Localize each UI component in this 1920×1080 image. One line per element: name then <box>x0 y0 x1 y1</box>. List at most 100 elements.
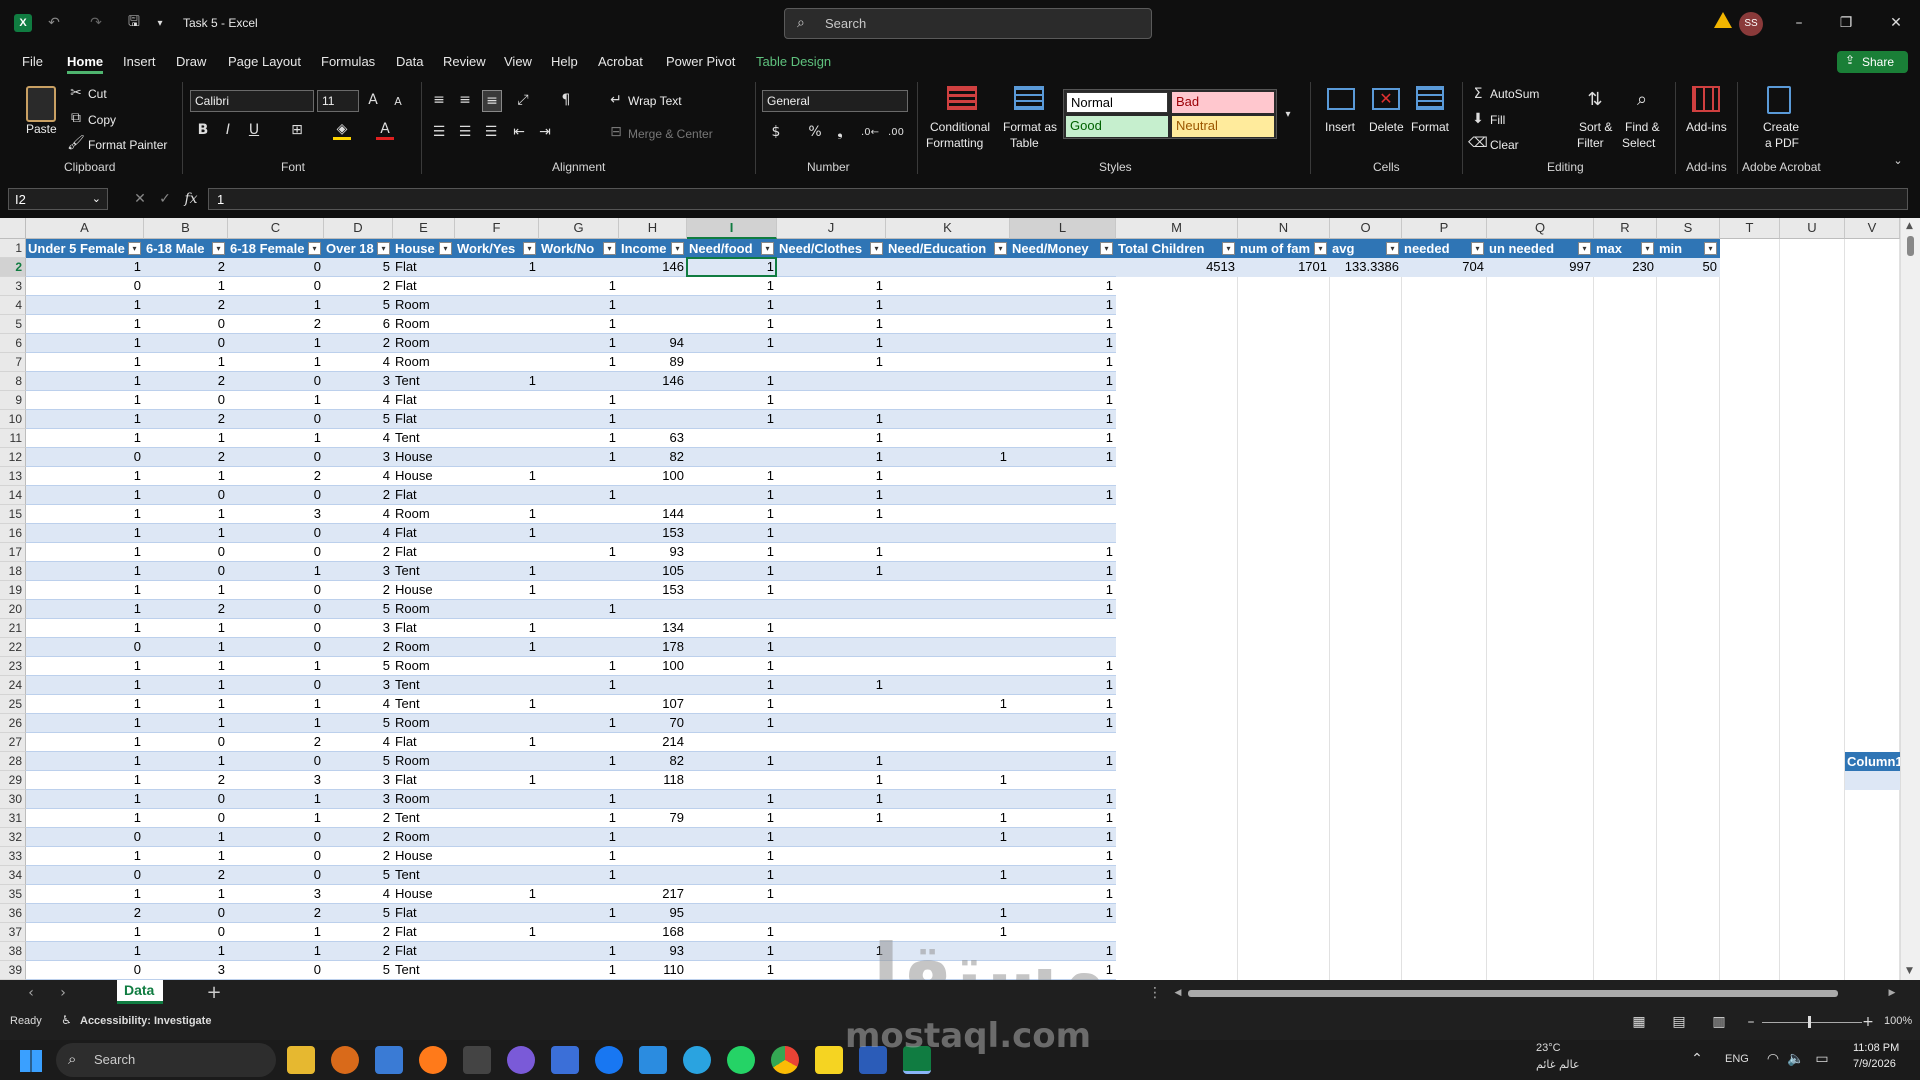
table-cell[interactable]: 0 <box>228 752 321 771</box>
table-cell[interactable]: 1 <box>455 695 536 714</box>
row-header[interactable]: 28 <box>0 752 26 771</box>
firefox-icon[interactable] <box>419 1046 447 1074</box>
table-cell[interactable]: 1 <box>539 809 616 828</box>
row-header[interactable]: 18 <box>0 562 26 581</box>
table-cell[interactable]: 1 <box>26 771 141 790</box>
row-header[interactable]: 17 <box>0 543 26 562</box>
next-sheet-icon[interactable]: › <box>56 984 70 1002</box>
tab-view[interactable]: View <box>504 54 532 69</box>
filter-dropdown-icon[interactable]: ▾ <box>1641 242 1654 255</box>
format-painter-button[interactable]: Format Painter <box>88 138 167 152</box>
table-cell[interactable]: 63 <box>619 429 684 448</box>
table-cell[interactable]: 1 <box>539 543 616 562</box>
table-cell[interactable]: 3 <box>228 505 321 524</box>
row-header[interactable]: 6 <box>0 334 26 353</box>
table-cell[interactable]: 1 <box>777 448 883 467</box>
table-cell[interactable]: 0 <box>144 334 225 353</box>
table-cell[interactable]: 1 <box>144 676 225 695</box>
table-cell[interactable]: 1 <box>539 866 616 885</box>
table-cell[interactable]: 1 <box>455 372 536 391</box>
scroll-right-icon[interactable]: ▶ <box>1886 984 1898 1002</box>
table-cell[interactable]: 1 <box>26 372 141 391</box>
table-cell[interactable]: 1 <box>228 562 321 581</box>
table-cell[interactable]: 1 <box>886 904 1007 923</box>
summary-cell[interactable]: 133.3386 <box>1330 258 1399 277</box>
table-cell[interactable]: 1 <box>539 277 616 296</box>
align-bottom-icon[interactable]: ≡ <box>482 90 502 112</box>
table-cell[interactable]: 1 <box>144 714 225 733</box>
table-cell[interactable]: 153 <box>619 581 684 600</box>
column-header[interactable]: G <box>539 218 619 239</box>
table-cell[interactable]: 1 <box>26 334 141 353</box>
table-cell[interactable]: 1 <box>1010 334 1113 353</box>
table-cell[interactable]: 217 <box>619 885 684 904</box>
insert-cells-button[interactable]: Insert <box>1325 120 1355 134</box>
table-cell[interactable]: 0 <box>228 486 321 505</box>
row-header[interactable]: 16 <box>0 524 26 543</box>
table-cell[interactable]: 4 <box>324 429 390 448</box>
store-icon[interactable] <box>375 1046 403 1074</box>
table-cell[interactable]: 3 <box>324 790 390 809</box>
table-cell[interactable]: 1 <box>777 429 883 448</box>
autosum-button[interactable]: AutoSum <box>1490 87 1539 101</box>
zoom-slider[interactable] <box>1762 1022 1862 1023</box>
table-cell[interactable]: 1 <box>26 315 141 334</box>
currency-icon[interactable]: $ <box>768 122 784 142</box>
warning-icon[interactable] <box>1714 12 1732 28</box>
table-cell[interactable]: Flat <box>393 771 452 790</box>
tab-help[interactable]: Help <box>551 54 578 69</box>
table-cell[interactable]: 1 <box>687 752 774 771</box>
table-cell[interactable]: 2 <box>324 277 390 296</box>
table-cell[interactable]: 4 <box>324 353 390 372</box>
column-header[interactable]: I <box>687 218 777 239</box>
search-box[interactable]: ⌕ Search <box>784 8 1152 39</box>
table-cell[interactable]: 178 <box>619 638 684 657</box>
table-cell[interactable]: 2 <box>144 866 225 885</box>
table-cell[interactable]: 5 <box>324 714 390 733</box>
bold-icon[interactable]: B <box>195 120 211 140</box>
orientation-icon[interactable]: ⤢ <box>513 90 533 110</box>
column-header[interactable]: D <box>324 218 393 239</box>
clock-time[interactable]: 11:08 PM <box>1853 1042 1899 1054</box>
table-cell[interactable]: 1 <box>539 904 616 923</box>
table-cell[interactable]: 3 <box>228 771 321 790</box>
increase-decimal-icon[interactable]: .0← <box>860 122 880 142</box>
row-header[interactable]: 34 <box>0 866 26 885</box>
align-center-icon[interactable]: ☰ <box>456 122 474 142</box>
table-cell[interactable]: 1 <box>539 600 616 619</box>
table-cell[interactable]: 1 <box>1010 714 1113 733</box>
table-cell[interactable]: 0 <box>26 828 141 847</box>
zoom-in-icon[interactable]: + <box>1861 1013 1875 1031</box>
table-cell[interactable]: 1 <box>687 847 774 866</box>
wifi-icon[interactable]: ◠ <box>1765 1050 1781 1068</box>
table-cell[interactable]: 1 <box>1010 315 1113 334</box>
prev-sheet-icon[interactable]: ‹ <box>24 984 38 1002</box>
font-size-select[interactable]: 11 <box>317 90 359 112</box>
paste-icon[interactable] <box>26 86 56 122</box>
tab-insert[interactable]: Insert <box>123 54 156 69</box>
row-header[interactable]: 21 <box>0 619 26 638</box>
table-cell[interactable]: 1 <box>228 657 321 676</box>
table-cell[interactable]: 1 <box>777 809 883 828</box>
table-cell[interactable]: 94 <box>619 334 684 353</box>
table-cell[interactable]: 3 <box>324 676 390 695</box>
table-cell[interactable]: 1 <box>1010 486 1113 505</box>
align-left-icon[interactable]: ☰ <box>430 122 448 142</box>
table-cell[interactable]: 2 <box>228 315 321 334</box>
column-header[interactable]: T <box>1720 218 1780 239</box>
table-cell[interactable]: 1 <box>1010 695 1113 714</box>
decrease-font-icon[interactable]: A <box>390 92 406 110</box>
add-ins-button[interactable]: Add-ins <box>1686 120 1727 134</box>
table-cell[interactable]: 2 <box>324 942 390 961</box>
column-header[interactable]: V <box>1845 218 1900 239</box>
column-header[interactable]: N <box>1238 218 1330 239</box>
chrome-icon[interactable] <box>771 1046 799 1074</box>
table-cell[interactable]: Tent <box>393 372 452 391</box>
table-cell[interactable]: 1 <box>228 334 321 353</box>
table-cell[interactable]: 1 <box>1010 448 1113 467</box>
filter-dropdown-icon[interactable]: ▾ <box>761 242 774 255</box>
table-cell[interactable]: 1 <box>1010 809 1113 828</box>
table-cell[interactable]: 1 <box>687 790 774 809</box>
table-cell[interactable]: 1 <box>539 657 616 676</box>
table-cell[interactable]: 1 <box>26 923 141 942</box>
